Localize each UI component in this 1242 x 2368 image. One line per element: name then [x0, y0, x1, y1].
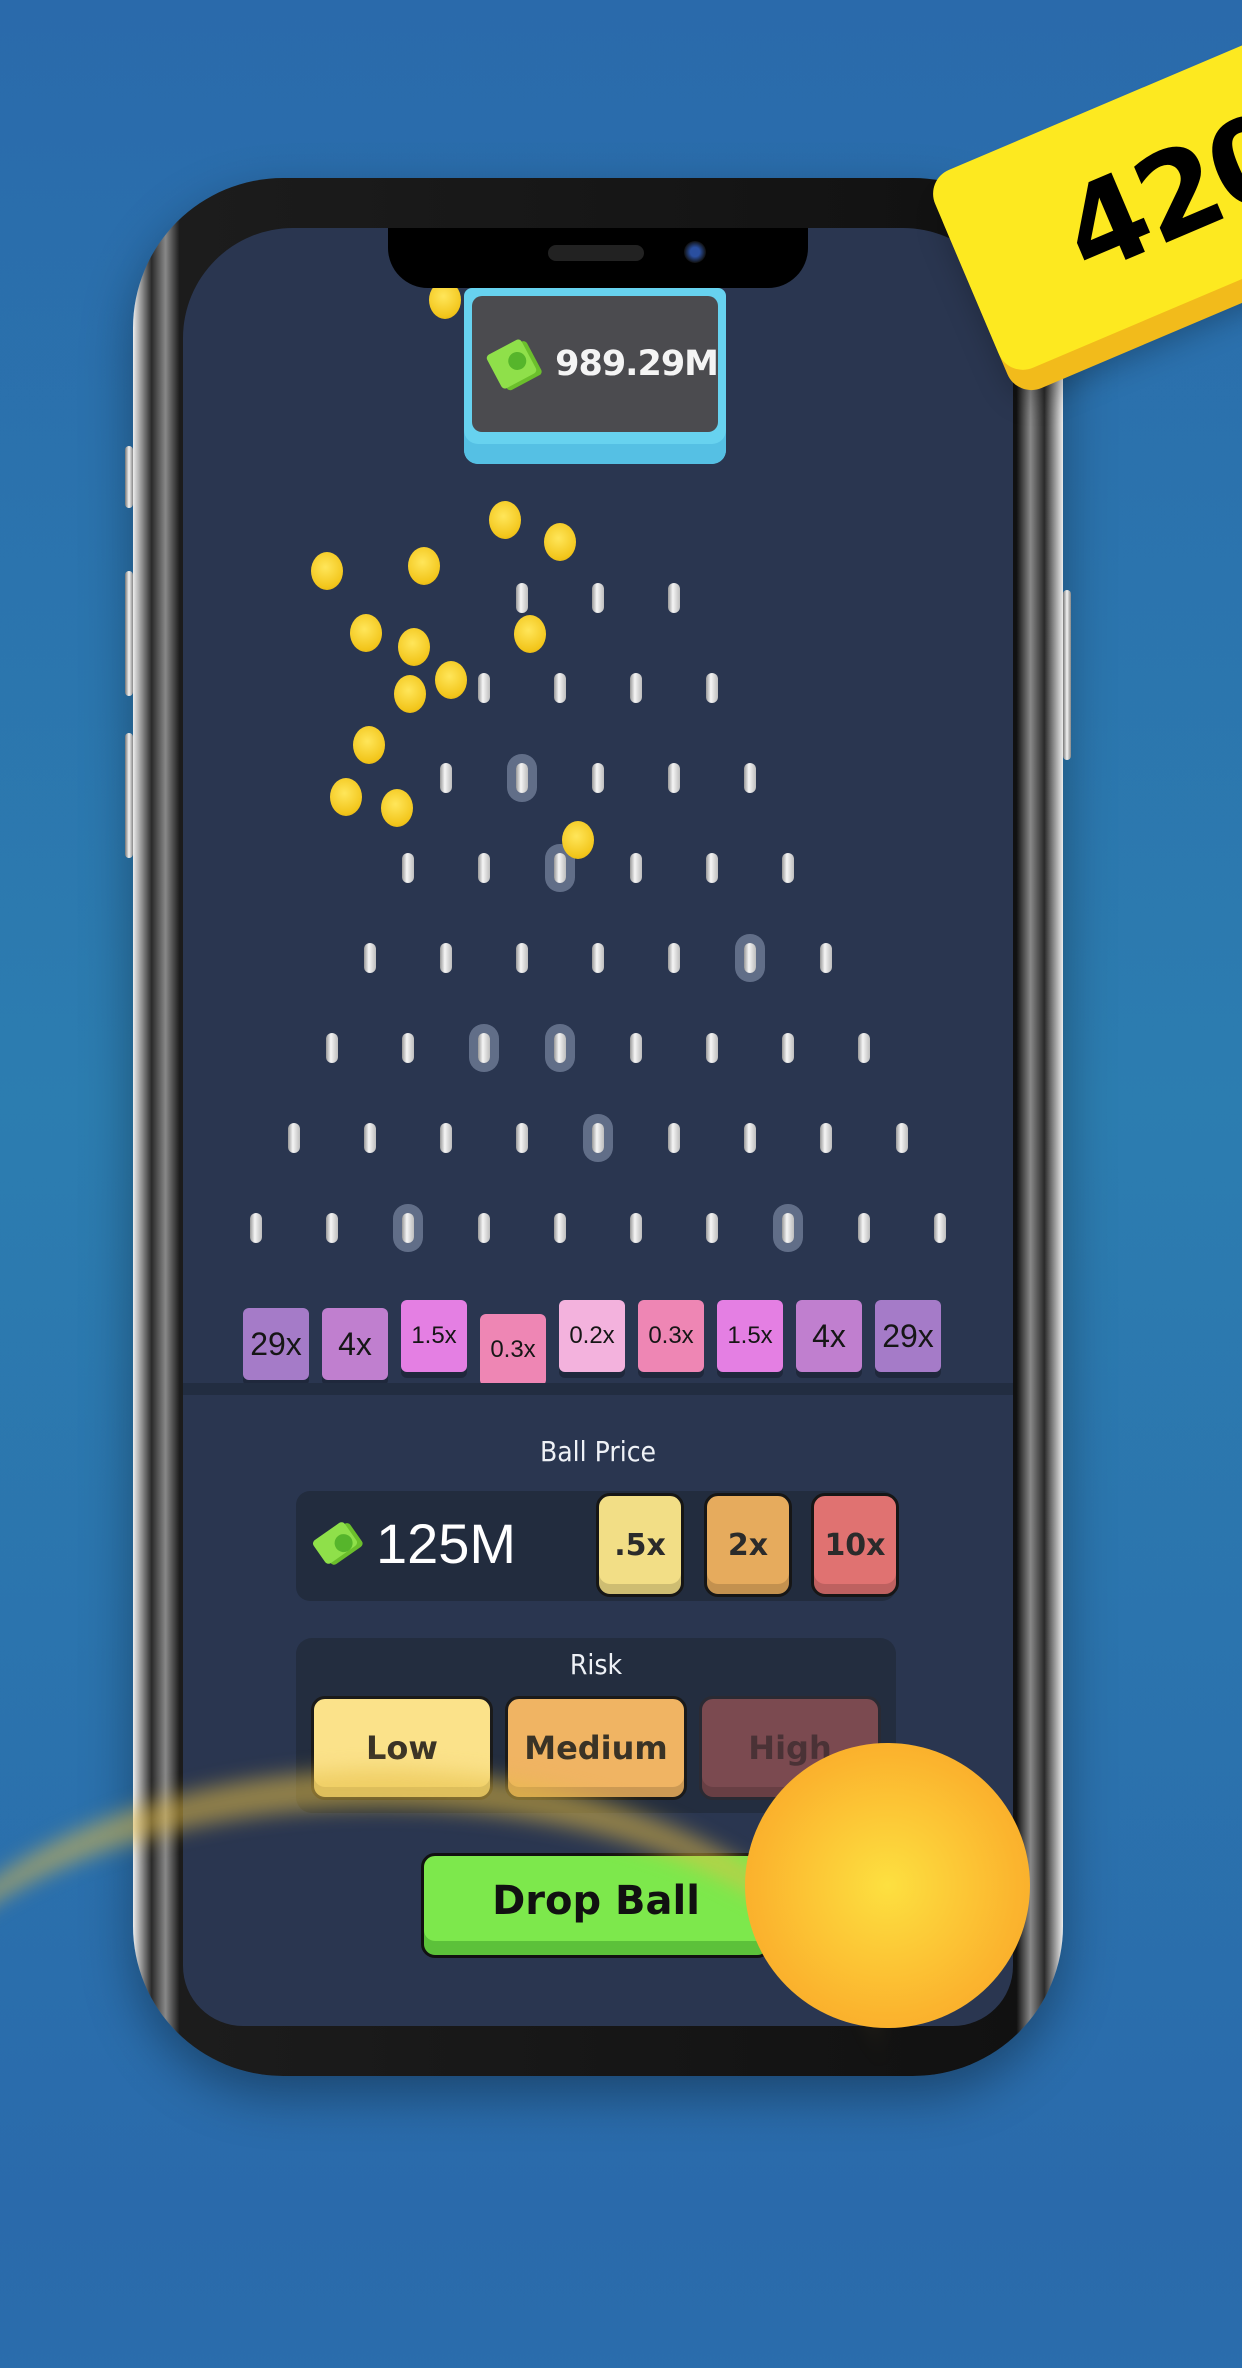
plinko-ball — [562, 821, 594, 859]
multiplier-slot: 4x — [322, 1308, 388, 1380]
peg — [744, 763, 756, 793]
peg — [820, 1123, 832, 1153]
peg — [402, 1033, 414, 1063]
peg — [516, 943, 528, 973]
peg — [706, 1033, 718, 1063]
plinko-ball — [435, 661, 467, 699]
plinko-ball — [408, 547, 440, 585]
plinko-ball — [311, 552, 343, 590]
peg — [668, 1123, 680, 1153]
peg — [554, 673, 566, 703]
peg — [402, 1213, 414, 1243]
peg — [706, 673, 718, 703]
plinko-ball — [514, 615, 546, 653]
peg — [630, 1033, 642, 1063]
peg — [516, 583, 528, 613]
peg — [440, 943, 452, 973]
peg — [706, 1213, 718, 1243]
multiplier-slot: 0.3x — [480, 1314, 546, 1386]
ball-price-value: 125M — [376, 1512, 517, 1575]
multiplier-slot: 29x — [243, 1308, 309, 1380]
peg — [782, 1033, 794, 1063]
peg — [554, 1213, 566, 1243]
balance-value: 989.29M — [555, 344, 719, 384]
plinko-ball — [394, 675, 426, 713]
balance-display: 989.29M — [464, 288, 726, 464]
peg — [516, 763, 528, 793]
peg — [744, 943, 756, 973]
peg — [782, 1213, 794, 1243]
peg — [364, 1123, 376, 1153]
peg — [478, 1213, 490, 1243]
peg — [630, 853, 642, 883]
peg — [516, 1123, 528, 1153]
peg — [592, 583, 604, 613]
peg — [858, 1213, 870, 1243]
peg — [554, 853, 566, 883]
plinko-ball — [544, 523, 576, 561]
peg — [288, 1123, 300, 1153]
peg — [934, 1213, 946, 1243]
peg — [478, 1033, 490, 1063]
peg — [402, 853, 414, 883]
peg — [668, 583, 680, 613]
promo-badge-text: 420 — [1042, 84, 1242, 303]
peg — [706, 853, 718, 883]
section-divider — [183, 1383, 1013, 1395]
peg — [744, 1123, 756, 1153]
peg — [668, 763, 680, 793]
peg — [592, 1123, 604, 1153]
plinko-ball — [350, 614, 382, 652]
speaker-grille — [548, 245, 644, 261]
plinko-ball — [330, 778, 362, 816]
multiplier-slot: 0.3x — [638, 1300, 704, 1372]
phone-side-button — [125, 733, 133, 858]
ball-price-label: Ball Price — [539, 1435, 657, 1468]
peg — [782, 853, 794, 883]
multiplier-slot: 29x — [875, 1300, 941, 1372]
front-camera — [684, 241, 706, 263]
peg — [630, 1213, 642, 1243]
peg — [820, 943, 832, 973]
peg — [592, 763, 604, 793]
peg — [478, 853, 490, 883]
cash-icon — [311, 1520, 359, 1566]
risk-label: Risk — [569, 1648, 623, 1681]
cash-icon — [485, 338, 538, 390]
ball-price-panel: 125M .5x 2x 10x — [296, 1491, 899, 1601]
peg — [592, 943, 604, 973]
peg — [364, 943, 376, 973]
peg — [440, 1123, 452, 1153]
decorative-ball — [745, 1743, 1030, 2028]
multiplier-slot: 1.5x — [717, 1300, 783, 1372]
phone-side-button — [125, 571, 133, 696]
peg — [326, 1033, 338, 1063]
multiplier-slot: 4x — [796, 1300, 862, 1372]
peg — [554, 1033, 566, 1063]
peg — [896, 1123, 908, 1153]
price-double-button[interactable]: 2x — [704, 1493, 792, 1597]
peg — [478, 673, 490, 703]
price-half-button[interactable]: .5x — [596, 1493, 684, 1597]
drop-ball-button[interactable]: Drop Ball — [421, 1853, 771, 1958]
risk-low-button[interactable]: Low — [311, 1696, 493, 1800]
peg — [440, 763, 452, 793]
peg — [250, 1213, 262, 1243]
price-ten-times-button[interactable]: 10x — [811, 1493, 899, 1597]
peg — [668, 943, 680, 973]
peg — [630, 673, 642, 703]
plinko-ball — [489, 501, 521, 539]
phone-side-button — [125, 446, 133, 508]
multiplier-slot: 1.5x — [401, 1300, 467, 1372]
peg — [326, 1213, 338, 1243]
multiplier-slot: 0.2x — [559, 1300, 625, 1372]
risk-medium-button[interactable]: Medium — [505, 1696, 687, 1800]
plinko-ball — [381, 789, 413, 827]
plinko-ball — [353, 726, 385, 764]
phone-side-button — [1063, 590, 1071, 760]
plinko-ball — [398, 628, 430, 666]
peg — [858, 1033, 870, 1063]
phone-notch — [388, 228, 808, 288]
